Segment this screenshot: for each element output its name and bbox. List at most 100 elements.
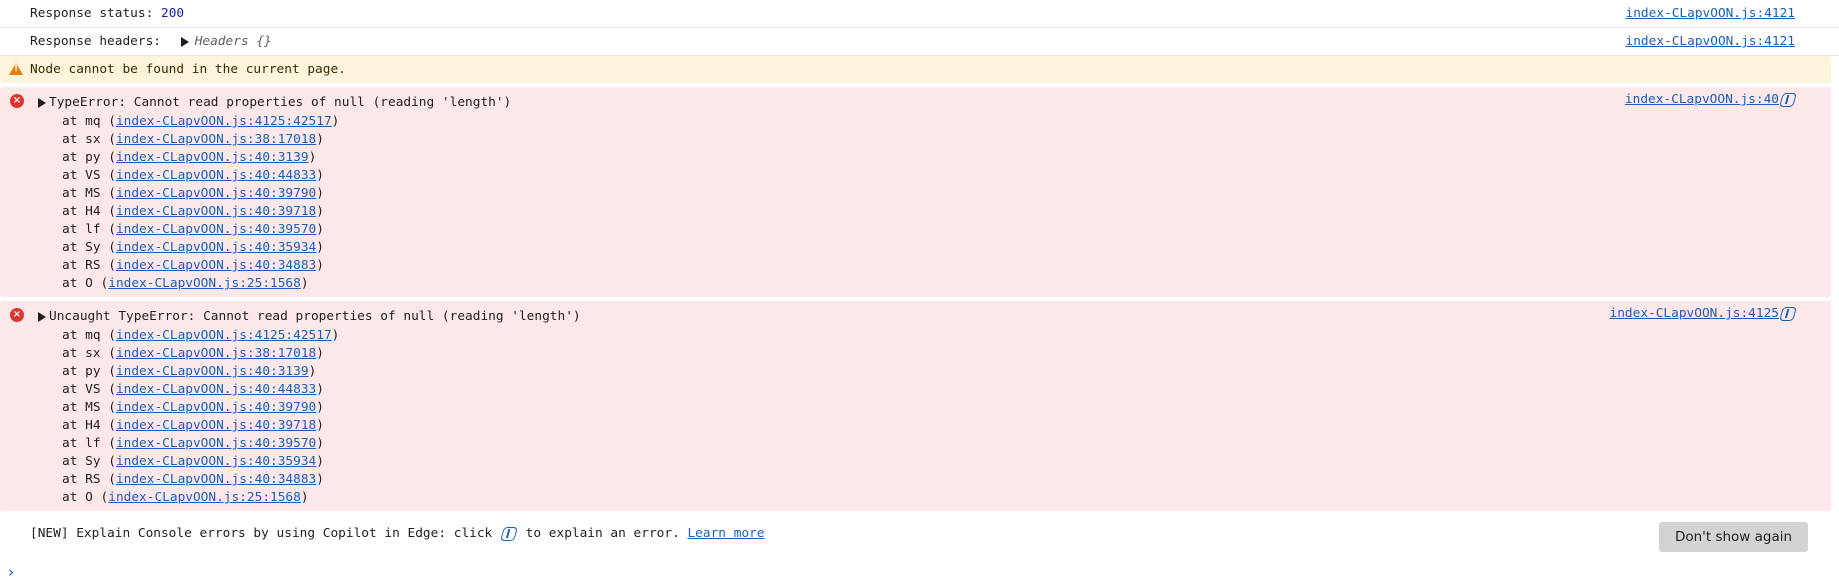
promo-text: [NEW] Explain Console errors by using Co… bbox=[30, 526, 765, 541]
stack-frame-link[interactable]: index-CLapvOON.js:40:35934 bbox=[116, 454, 316, 469]
stack-frame-close-paren: ) bbox=[316, 382, 324, 397]
source-link[interactable]: index-CLapvOON.js:4121 bbox=[1626, 34, 1796, 49]
response-headers-label: Response headers: bbox=[30, 34, 169, 49]
stack-frame-link[interactable]: index-CLapvOON.js:40:39570 bbox=[116, 436, 316, 451]
response-status-message: Response status: 200 bbox=[30, 6, 184, 21]
stack-frame-link[interactable]: index-CLapvOON.js:40:39718 bbox=[116, 418, 316, 433]
stack-frame-link[interactable]: index-CLapvOON.js:40:44833 bbox=[116, 382, 316, 397]
stack-frame: at Sy (index-CLapvOON.js:40:35934) bbox=[62, 453, 1831, 471]
stack-frame-function: at O ( bbox=[62, 276, 109, 291]
error-message: × TypeError: Cannot read properties of n… bbox=[0, 87, 1831, 297]
stack-frame-function: at mq ( bbox=[62, 328, 116, 343]
stack-frame-link[interactable]: index-CLapvOON.js:4125:42517 bbox=[116, 114, 332, 129]
stack-frame-close-paren: ) bbox=[308, 150, 317, 165]
stack-frame-function: at RS ( bbox=[62, 472, 116, 487]
stack-frame-function: at py ( bbox=[62, 150, 116, 165]
stack-frame-close-paren: ) bbox=[316, 222, 324, 237]
console-prompt[interactable]: › bbox=[0, 555, 1839, 585]
stack-frame-close-paren: ) bbox=[316, 204, 324, 219]
stack-frame-link[interactable]: index-CLapvOON.js:40:44833 bbox=[116, 168, 316, 183]
error-icon: × bbox=[10, 94, 24, 108]
stack-frame-function: at mq ( bbox=[62, 114, 116, 129]
stack-frame: at H4 (index-CLapvOON.js:40:39718) bbox=[62, 417, 1831, 435]
stack-frame-link[interactable]: index-CLapvOON.js:25:1568 bbox=[108, 276, 301, 291]
source-link[interactable]: index-CLapvOON.js:40 bbox=[1625, 92, 1779, 107]
stack-frame: at RS (index-CLapvOON.js:40:34883) bbox=[62, 471, 1831, 489]
stack-frame-close-paren: ) bbox=[316, 454, 324, 469]
response-status-row: Response status: 200 index-CLapvOON.js:4… bbox=[0, 0, 1839, 28]
stack-frame: at H4 (index-CLapvOON.js:40:39718) bbox=[62, 203, 1831, 221]
stack-frame-function: at Sy ( bbox=[62, 454, 116, 469]
stack-frame-function: at O ( bbox=[62, 490, 109, 505]
stack-frame-link[interactable]: index-CLapvOON.js:40:39790 bbox=[116, 400, 316, 415]
stack-frame-close-paren: ) bbox=[316, 240, 324, 255]
stack-frame: at py (index-CLapvOON.js:40:3139) bbox=[62, 149, 1831, 167]
stack-frame-close-paren: ) bbox=[316, 168, 324, 183]
dont-show-again-button[interactable]: Don't show again bbox=[1659, 522, 1808, 552]
stack-frame: at sx (index-CLapvOON.js:38:17018) bbox=[62, 345, 1831, 363]
stack-frame: at O (index-CLapvOON.js:25:1568) bbox=[62, 489, 1831, 507]
stack-frame: at VS (index-CLapvOON.js:40:44833) bbox=[62, 167, 1831, 185]
stack-frame-close-paren: ) bbox=[316, 258, 324, 273]
triangle-right-icon bbox=[38, 311, 46, 322]
stack-frame: at RS (index-CLapvOON.js:40:34883) bbox=[62, 257, 1831, 275]
error-header[interactable]: TypeError: Cannot read properties of nul… bbox=[0, 93, 1831, 113]
stack-frame-link[interactable]: index-CLapvOON.js:40:34883 bbox=[116, 258, 316, 273]
stack-frame-function: at MS ( bbox=[62, 400, 116, 415]
stack-frame-function: at Sy ( bbox=[62, 240, 116, 255]
response-status-label: Response status: bbox=[30, 6, 161, 21]
stack-frame-close-paren: ) bbox=[316, 400, 324, 415]
warning-icon bbox=[9, 63, 23, 75]
error-text: TypeError: Cannot read properties of nul… bbox=[49, 95, 512, 110]
stack-frame-close-paren: ) bbox=[316, 346, 324, 361]
stack-frame-close-paren: ) bbox=[316, 186, 324, 201]
triangle-right-icon bbox=[38, 97, 46, 108]
stack-frame: at Sy (index-CLapvOON.js:40:35934) bbox=[62, 239, 1831, 257]
learn-more-link[interactable]: Learn more bbox=[687, 526, 764, 541]
source-link[interactable]: index-CLapvOON.js:4121 bbox=[1626, 6, 1796, 21]
error-icon: × bbox=[10, 308, 24, 322]
stack-frame-link[interactable]: index-CLapvOON.js:40:39570 bbox=[116, 222, 316, 237]
stack-frame: at lf (index-CLapvOON.js:40:39570) bbox=[62, 221, 1831, 239]
stack-frame-link[interactable]: index-CLapvOON.js:40:39718 bbox=[116, 204, 316, 219]
stack-frame-link[interactable]: index-CLapvOON.js:38:17018 bbox=[116, 132, 316, 147]
stack-frame-close-paren: ) bbox=[300, 276, 309, 291]
stack-frame: at sx (index-CLapvOON.js:38:17018) bbox=[62, 131, 1831, 149]
error-text: Uncaught TypeError: Cannot read properti… bbox=[49, 309, 581, 324]
stack-frame-link[interactable]: index-CLapvOON.js:40:3139 bbox=[116, 150, 309, 165]
stack-frame-link[interactable]: index-CLapvOON.js:25:1568 bbox=[108, 490, 301, 505]
promo-text-before: [NEW] Explain Console errors by using Co… bbox=[30, 526, 500, 541]
stack-frame-close-paren: ) bbox=[316, 132, 324, 147]
warning-message: Node cannot be found in the current page… bbox=[0, 56, 1831, 83]
console-log: Response status: 200 index-CLapvOON.js:4… bbox=[0, 0, 1839, 585]
warning-text: Node cannot be found in the current page… bbox=[30, 62, 346, 77]
stack-frame-link[interactable]: index-CLapvOON.js:40:3139 bbox=[116, 364, 309, 379]
stack-frame-link[interactable]: index-CLapvOON.js:38:17018 bbox=[116, 346, 316, 361]
triangle-right-icon bbox=[180, 36, 189, 47]
stack-frame-function: at sx ( bbox=[62, 346, 116, 361]
stack-frame-function: at MS ( bbox=[62, 186, 116, 201]
stack-frame: at lf (index-CLapvOON.js:40:39570) bbox=[62, 435, 1831, 453]
stack-frame-close-paren: ) bbox=[316, 418, 324, 433]
error-message: × Uncaught TypeError: Cannot read proper… bbox=[0, 301, 1831, 511]
stack-frame-close-paren: ) bbox=[331, 328, 340, 343]
stack-frame: at mq (index-CLapvOON.js:4125:42517) bbox=[62, 327, 1831, 345]
copilot-promo: [NEW] Explain Console errors by using Co… bbox=[0, 511, 1839, 555]
stack-frame-function: at sx ( bbox=[62, 132, 116, 147]
response-headers-message: Response headers: Headers {} bbox=[30, 34, 272, 49]
stack-frame-close-paren: ) bbox=[331, 114, 340, 129]
stack-frame: at MS (index-CLapvOON.js:40:39790) bbox=[62, 399, 1831, 417]
stack-frame-link[interactable]: index-CLapvOON.js:40:39790 bbox=[116, 186, 316, 201]
stack-frame-close-paren: ) bbox=[316, 472, 324, 487]
stack-frame-link[interactable]: index-CLapvOON.js:40:34883 bbox=[116, 472, 316, 487]
stack-frame-function: at H4 ( bbox=[62, 418, 116, 433]
stack-frame: at VS (index-CLapvOON.js:40:44833) bbox=[62, 381, 1831, 399]
stack-frame-link[interactable]: index-CLapvOON.js:40:35934 bbox=[116, 240, 316, 255]
source-link[interactable]: index-CLapvOON.js:4125 bbox=[1610, 306, 1780, 321]
stack-frame-link[interactable]: index-CLapvOON.js:4125:42517 bbox=[116, 328, 332, 343]
error-header[interactable]: Uncaught TypeError: Cannot read properti… bbox=[0, 307, 1831, 327]
stack-frame: at mq (index-CLapvOON.js:4125:42517) bbox=[62, 113, 1831, 131]
headers-toggle[interactable]: Headers {} bbox=[180, 34, 272, 49]
prompt-chevron-icon: › bbox=[8, 563, 14, 581]
stack-frame-function: at py ( bbox=[62, 364, 116, 379]
